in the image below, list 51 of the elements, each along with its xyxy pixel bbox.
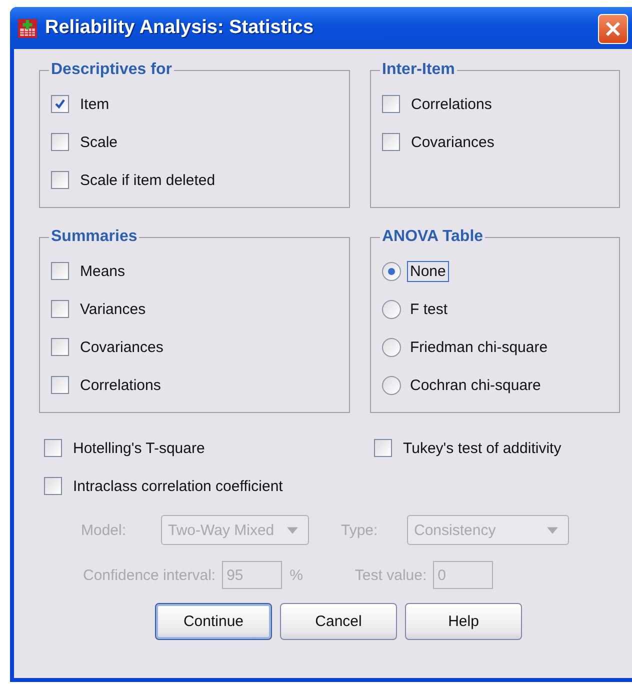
group-title: ANOVA Table	[381, 228, 484, 246]
confidence-interval-label: Confidence interval:	[83, 566, 216, 584]
radio-label[interactable]: None	[407, 260, 449, 282]
checkbox-label[interactable]: Item	[77, 94, 112, 114]
checkbox-label[interactable]: Variances	[77, 298, 149, 320]
radio-label[interactable]: Cochran chi-square	[407, 374, 544, 396]
dialog-button[interactable]: Cancel	[280, 603, 397, 640]
dialog-button[interactable]: Help	[405, 603, 522, 640]
test-value-label: Test value:	[354, 566, 427, 584]
checkbox-label[interactable]: Tukey's test of additivity	[400, 438, 564, 458]
radio-label[interactable]: F test	[407, 298, 451, 320]
dialog-button[interactable]: Continue	[155, 603, 272, 640]
radio-label[interactable]: Friedman chi-square	[407, 336, 551, 358]
checkbox[interactable]	[44, 439, 62, 457]
checkbox[interactable]	[51, 300, 69, 318]
checkbox-label[interactable]: Intraclass correlation coefficient	[70, 476, 286, 496]
radio-button[interactable]	[382, 338, 401, 356]
group-title: Inter-Item	[381, 61, 456, 79]
checkbox[interactable]	[51, 133, 69, 151]
checkbox-label[interactable]: Scale if item deleted	[77, 170, 218, 190]
close-icon	[603, 19, 623, 39]
app-icon	[18, 18, 37, 38]
radio-button[interactable]	[382, 300, 401, 318]
checkbox-label[interactable]: Covariances	[408, 132, 498, 152]
dropdown-caret-icon	[547, 526, 558, 534]
checkbox[interactable]	[382, 133, 400, 151]
checkbox[interactable]	[51, 262, 69, 280]
checkbox[interactable]	[51, 338, 69, 356]
radio-button[interactable]	[382, 376, 401, 394]
checkbox[interactable]	[51, 171, 69, 189]
close-button[interactable]	[598, 14, 628, 44]
checkbox[interactable]	[374, 439, 392, 457]
checkbox-label[interactable]: Correlations	[77, 374, 164, 396]
window-title: Reliability Analysis: Statistics	[45, 17, 314, 39]
dropdown-caret-icon	[287, 526, 298, 534]
checkbox[interactable]	[51, 376, 69, 394]
checkbox-label[interactable]: Means	[77, 260, 128, 282]
checkbox-label[interactable]: Hotelling's T-square	[70, 438, 208, 458]
checkbox[interactable]	[44, 477, 62, 495]
checkbox[interactable]	[382, 95, 400, 113]
group-title: Descriptives for	[50, 61, 173, 79]
checkbox-label[interactable]: Scale	[77, 132, 121, 152]
checkmark-icon	[54, 98, 66, 110]
checkbox[interactable]	[51, 95, 69, 113]
percent-unit: %	[290, 566, 303, 584]
model-label: Model:	[81, 522, 128, 538]
checkbox-label[interactable]: Covariances	[77, 336, 166, 358]
group-title: Summaries	[50, 228, 138, 246]
radio-button[interactable]	[382, 262, 401, 280]
type-label: Type:	[341, 522, 379, 538]
checkbox-label[interactable]: Correlations	[408, 94, 495, 114]
